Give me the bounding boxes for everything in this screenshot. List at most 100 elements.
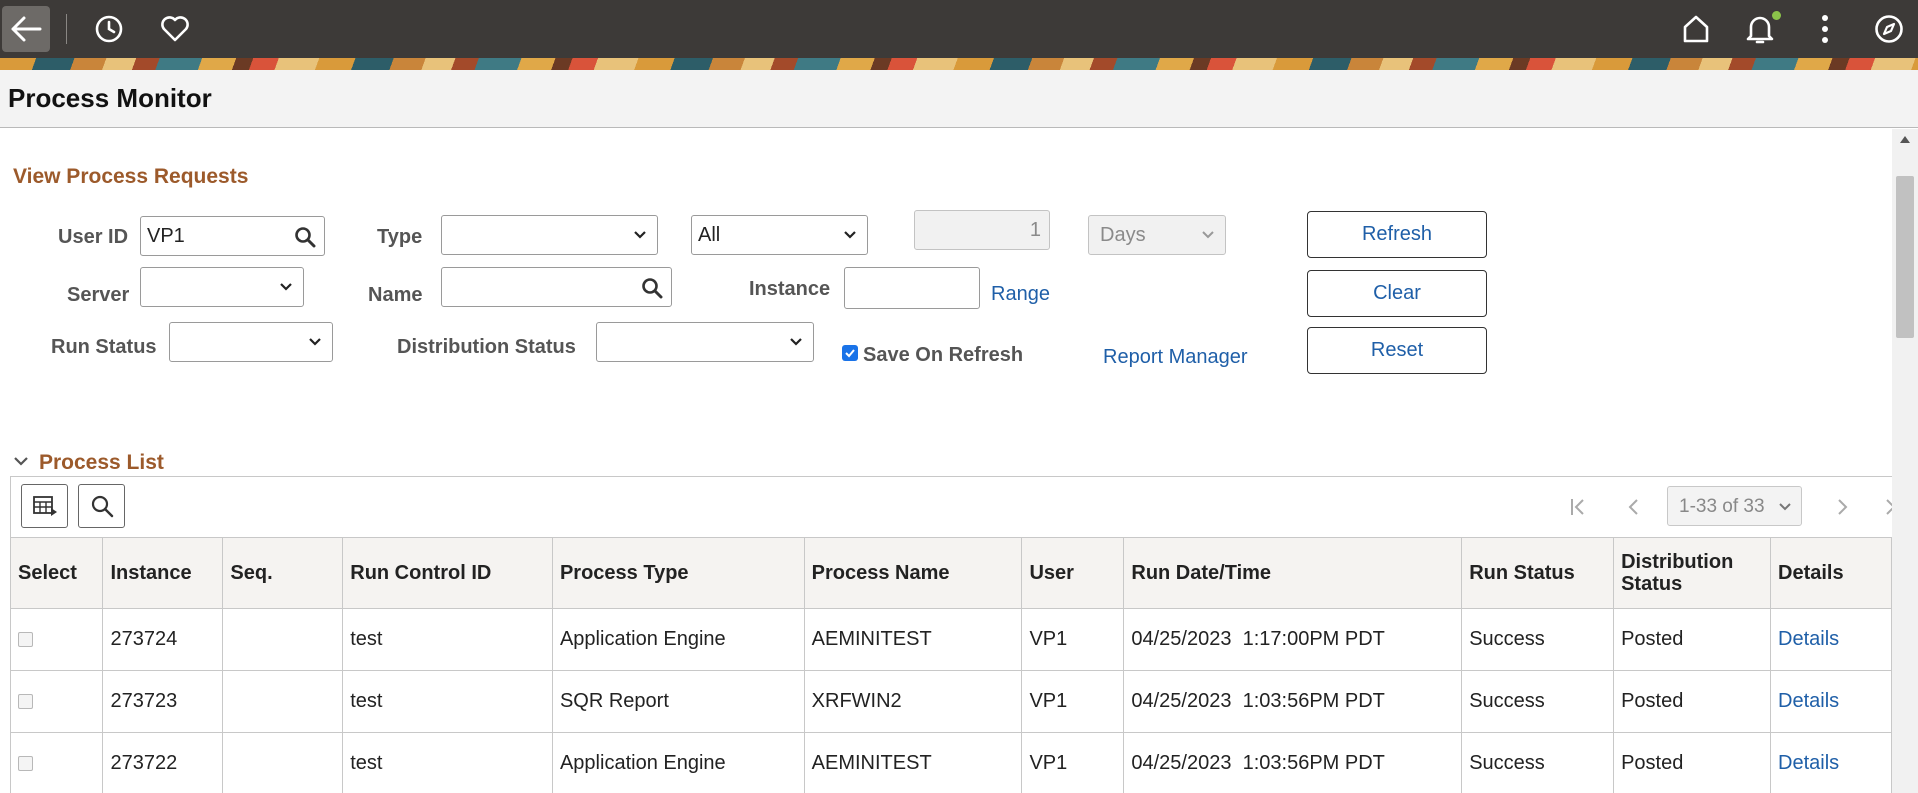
column-header-instance[interactable]: Instance <box>102 538 224 609</box>
table-header-row: Select Instance Seq. Run Control ID Proc… <box>11 538 1892 609</box>
save-on-refresh-label: Save On Refresh <box>863 344 1024 366</box>
checkmark-icon <box>845 349 855 358</box>
grid-find-button[interactable] <box>78 484 125 528</box>
reset-button[interactable]: Reset <box>1307 327 1487 374</box>
range-unit-value: Days <box>1100 224 1146 246</box>
top-banner <box>0 0 1918 70</box>
instance-cell: 273724 <box>102 608 224 671</box>
notifications-icon <box>1746 16 1774 44</box>
details-link[interactable]: Details <box>1778 690 1839 712</box>
back-icon <box>11 16 42 42</box>
seq-cell <box>222 670 344 733</box>
notification-badge <box>1772 11 1781 20</box>
details-link[interactable]: Details <box>1778 752 1839 774</box>
column-header-user[interactable]: User <box>1021 538 1125 609</box>
distribution-status-select[interactable] <box>596 322 814 362</box>
refresh-button[interactable]: Refresh <box>1307 211 1487 258</box>
process-list-heading[interactable]: Process List <box>39 451 164 475</box>
instance-cell: 273723 <box>102 670 224 733</box>
run-status-label: Run Status <box>51 336 157 358</box>
select-cell <box>11 608 104 671</box>
instance-cell: 273722 <box>102 732 224 793</box>
row-select-checkbox[interactable] <box>18 631 33 647</box>
chevron-down-icon <box>1779 503 1791 511</box>
favorites-button[interactable] <box>158 6 192 52</box>
select-cell <box>11 670 104 733</box>
home-icon <box>1683 15 1709 43</box>
range-count-value: 1 <box>1029 219 1041 241</box>
run-status-select[interactable] <box>169 322 333 362</box>
header-separator <box>66 14 67 44</box>
row-select-checkbox[interactable] <box>18 755 33 771</box>
scroll-up-arrow-icon[interactable] <box>1900 136 1910 143</box>
distribution-status-cell: Posted <box>1613 670 1771 733</box>
search-icon <box>91 495 113 518</box>
save-on-refresh-checkbox[interactable] <box>842 345 858 361</box>
next-page-icon[interactable] <box>1833 497 1851 517</box>
process-name-field[interactable] <box>441 267 672 307</box>
user-cell: VP1 <box>1021 608 1125 671</box>
details-cell: Details <box>1770 732 1892 793</box>
user-cell: VP1 <box>1021 732 1125 793</box>
process-type-cell: SQR Report <box>552 670 805 733</box>
details-link[interactable]: Details <box>1778 628 1839 650</box>
column-header-process-name[interactable]: Process Name <box>804 538 1023 609</box>
search-icon[interactable] <box>294 226 316 248</box>
column-header-seq[interactable]: Seq. <box>222 538 344 609</box>
banner-pattern <box>0 58 1918 70</box>
vertical-scrollbar[interactable] <box>1892 129 1918 793</box>
date-range-select[interactable]: All <box>691 215 868 255</box>
scrollbar-thumb[interactable] <box>1896 176 1914 338</box>
range-link[interactable]: Range <box>991 283 1050 306</box>
navigator-icon <box>1875 15 1903 43</box>
favorites-icon <box>161 16 189 42</box>
chevron-down-icon <box>844 231 856 239</box>
personalize-grid-button[interactable] <box>21 484 68 528</box>
history-button[interactable] <box>92 6 126 52</box>
last-page-icon[interactable] <box>1882 497 1892 517</box>
server-select[interactable] <box>140 267 304 307</box>
page-title-bar: Process Monitor <box>0 70 1918 128</box>
instance-label: Instance <box>749 278 831 300</box>
page-range-value: 1-33 of 33 <box>1679 496 1765 517</box>
first-page-icon[interactable] <box>1568 497 1588 517</box>
instance-field[interactable] <box>844 267 980 309</box>
chevron-down-icon <box>790 338 802 346</box>
type-label: Type <box>377 226 423 248</box>
seq-cell <box>222 732 344 793</box>
details-cell: Details <box>1770 670 1892 733</box>
row-select-checkbox[interactable] <box>18 693 33 709</box>
header-bar <box>0 0 1918 58</box>
back-button[interactable] <box>2 6 50 52</box>
more-actions-button[interactable] <box>1808 6 1842 52</box>
run-datetime-cell: 04/25/2023 1:03:56PM PDT <box>1123 732 1463 793</box>
column-header-process-type[interactable]: Process Type <box>552 538 805 609</box>
report-manager-link[interactable]: Report Manager <box>1103 346 1248 369</box>
user-id-field[interactable]: VP1 <box>140 216 325 256</box>
navigator-button[interactable] <box>1872 6 1906 52</box>
run-status-cell: Success <box>1461 732 1615 793</box>
seq-cell <box>222 608 344 671</box>
run-status-cell: Success <box>1461 608 1615 671</box>
search-icon[interactable] <box>641 277 663 299</box>
clear-button[interactable]: Clear <box>1307 270 1487 317</box>
column-header-run-control-id[interactable]: Run Control ID <box>342 538 553 609</box>
process-name-cell: XRFWIN2 <box>804 670 1023 733</box>
process-list-table: Select Instance Seq. Run Control ID Proc… <box>11 538 1892 793</box>
previous-page-icon[interactable] <box>1625 497 1643 517</box>
page-title: Process Monitor <box>8 83 212 113</box>
process-type-cell: Application Engine <box>552 608 805 671</box>
range-count-field: 1 <box>914 210 1050 250</box>
process-name-cell: AEMINITEST <box>804 608 1023 671</box>
home-button[interactable] <box>1679 6 1713 52</box>
collapse-chevron-icon[interactable] <box>12 455 30 469</box>
process-type-cell: Application Engine <box>552 732 805 793</box>
page-range-select[interactable]: 1-33 of 33 <box>1667 486 1802 526</box>
distribution-status-cell: Posted <box>1613 732 1771 793</box>
column-header-distribution-status[interactable]: Distribution Status <box>1613 538 1771 609</box>
distribution-status-label: Distribution Status <box>397 336 576 358</box>
column-header-run-status[interactable]: Run Status <box>1461 538 1615 609</box>
column-header-run-datetime[interactable]: Run Date/Time <box>1123 538 1463 609</box>
type-select[interactable] <box>441 215 658 255</box>
grid-settings-icon <box>32 496 57 516</box>
